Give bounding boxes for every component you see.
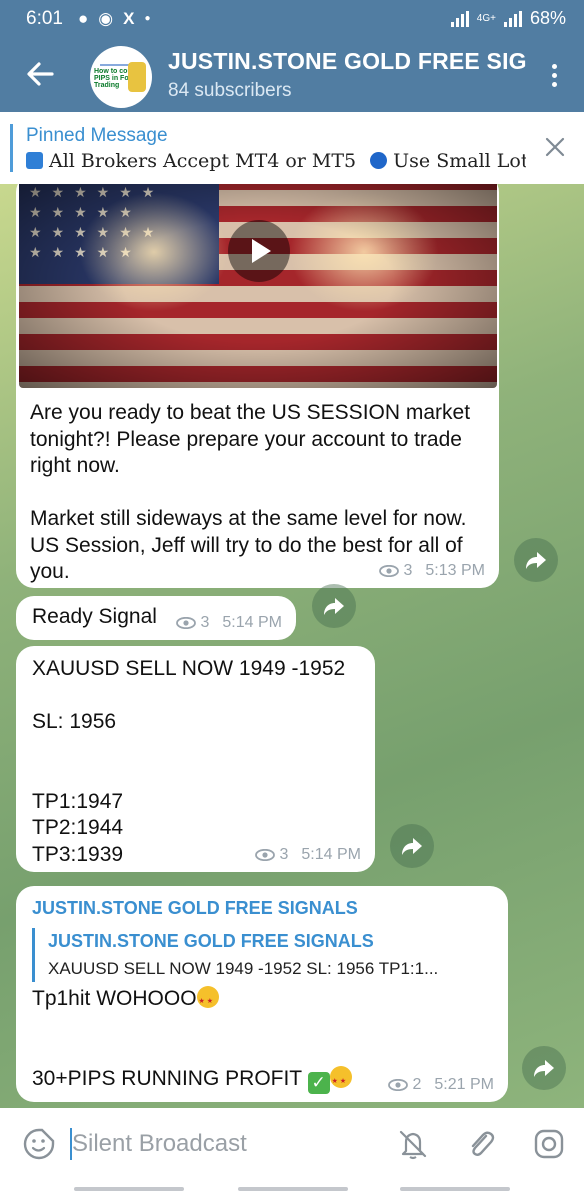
snapchat-icon: ● — [78, 9, 89, 28]
signal-icon — [450, 10, 469, 27]
share-arrow-icon — [534, 1060, 554, 1077]
blue-circle-emoji-icon — [370, 152, 388, 169]
chat-header: How to count PIPS in Forex Trading JUSTIN.… — [0, 38, 584, 112]
forward-button[interactable] — [514, 538, 558, 582]
chrome-icon: ◉ — [98, 9, 114, 28]
signal-icon-2 — [503, 10, 522, 27]
channel-avatar[interactable]: How to count PIPS in Forex Trading — [90, 46, 152, 108]
views-eye-icon — [175, 617, 196, 629]
share-arrow-icon — [402, 838, 422, 855]
status-time: 6:01 — [26, 8, 63, 29]
share-arrow-icon — [324, 598, 344, 615]
battery-level: 68% — [529, 8, 566, 28]
video-thumbnail[interactable]: ★★★★★★★★★★★★★★★★★★★★★★ — [19, 184, 497, 388]
back-arrow-icon — [27, 62, 54, 86]
view-count: 3 — [403, 562, 413, 579]
blue-square-emoji-icon — [26, 152, 43, 169]
star-struck-emoji-icon — [329, 1065, 352, 1095]
forward-button[interactable] — [522, 1046, 566, 1090]
message-input-bar: Silent Broadcast — [0, 1108, 584, 1182]
view-count: 3 — [200, 614, 210, 631]
attach-button[interactable] — [464, 1127, 498, 1161]
message-text: Tp1hit WOHOOO 30+PIPS RUNNING PROFIT ✓ — [32, 986, 352, 1095]
nav-hint-home[interactable] — [238, 1187, 348, 1191]
camera-icon — [534, 1129, 564, 1159]
more-options-button[interactable] — [552, 64, 558, 88]
bell-off-icon — [399, 1130, 427, 1160]
pinned-text: All Brokers Accept MT4 or MT5 Use Small L… — [26, 150, 526, 172]
star-struck-emoji-icon — [196, 986, 219, 1016]
message-bubble[interactable]: XAUUSD SELL NOW 1949 -1952 SL: 1956 TP1:… — [16, 646, 375, 872]
view-count: 3 — [279, 846, 289, 863]
thumbnail-vignette — [19, 184, 497, 388]
pinned-indicator — [10, 124, 13, 172]
subscriber-count: 84 subscribers — [168, 80, 292, 101]
pinned-text-part1: All Brokers Accept MT4 or MT5 — [49, 150, 357, 172]
message-meta: 2 5:21 PM — [387, 1076, 494, 1094]
message-meta: 3 5:14 PM — [254, 846, 361, 864]
silent-broadcast-toggle[interactable] — [396, 1127, 430, 1161]
sticker-smile-icon — [23, 1128, 55, 1160]
notification-icons: ● ◉ X ● — [78, 9, 151, 29]
reply-text: XAUUSD SELL NOW 1949 -1952 SL: 1956 TP1:… — [48, 959, 439, 978]
close-pinned-button[interactable] — [544, 136, 566, 158]
forward-button[interactable] — [312, 584, 356, 628]
channel-title[interactable]: JUSTIN.STONE GOLD FREE SIGNALS — [168, 48, 528, 75]
reply-quote[interactable]: JUSTIN.STONE GOLD FREE SIGNALS XAUUSD SE… — [32, 928, 502, 982]
system-nav-bar — [0, 1182, 584, 1200]
message-time: 5:21 PM — [434, 1076, 494, 1093]
nav-hint-right[interactable] — [400, 1187, 510, 1191]
message-bubble[interactable]: Ready Signal 3 5:14 PM — [16, 596, 296, 640]
message-time: 5:13 PM — [425, 562, 485, 579]
message-time: 5:14 PM — [222, 614, 282, 631]
views-eye-icon — [378, 565, 399, 577]
views-eye-icon — [387, 1079, 408, 1091]
message-text: Ready Signal — [32, 605, 157, 628]
close-icon — [545, 137, 565, 157]
check-mark-emoji-icon: ✓ — [307, 1071, 330, 1094]
message-meta: 3 5:14 PM — [175, 614, 282, 632]
avatar-figure-graphic — [128, 62, 146, 92]
reply-sender: JUSTIN.STONE GOLD FREE SIGNALS — [48, 931, 374, 951]
pinned-text-part2: Use Small Lots... — [393, 150, 526, 172]
share-arrow-icon — [526, 552, 546, 569]
dot-icon: ● — [144, 13, 151, 24]
paperclip-icon — [471, 1131, 495, 1156]
views-eye-icon — [254, 849, 275, 861]
message-text: Are you ready to beat the US SESSION mar… — [30, 401, 471, 583]
forward-button[interactable] — [390, 824, 434, 868]
message-line-1: Tp1hit WOHOOO — [32, 987, 197, 1010]
nav-hint-left[interactable] — [74, 1187, 184, 1191]
play-button[interactable] — [228, 220, 290, 282]
status-bar: 6:01 ● ◉ X ● 4G+ 68% — [0, 0, 584, 38]
camera-button[interactable] — [532, 1127, 566, 1161]
pinned-title: Pinned Message — [26, 125, 168, 146]
sender-name[interactable]: JUSTIN.STONE GOLD FREE SIGNALS — [32, 898, 358, 919]
play-icon — [252, 239, 271, 263]
message-bubble[interactable]: JUSTIN.STONE GOLD FREE SIGNALS JUSTIN.ST… — [16, 886, 508, 1102]
network-type: 4G+ — [476, 13, 496, 24]
view-count: 2 — [412, 1076, 422, 1093]
emoji-button[interactable] — [22, 1127, 56, 1161]
message-time: 5:14 PM — [301, 846, 361, 863]
message-bubble[interactable]: ★★★★★★★★★★★★★★★★★★★★★★ Are you ready to … — [16, 184, 499, 588]
pinned-message[interactable]: Pinned Message All Brokers Accept MT4 or… — [0, 112, 584, 184]
message-text: XAUUSD SELL NOW 1949 -1952 SL: 1956 TP1:… — [32, 657, 346, 866]
chat-area[interactable]: ★★★★★★★★★★★★★★★★★★★★★★ Are you ready to … — [0, 184, 584, 1108]
x-icon: X — [123, 9, 135, 28]
message-meta: 3 5:13 PM — [378, 562, 485, 580]
message-line-2: 30+PIPS RUNNING PROFIT — [32, 1066, 308, 1090]
message-input[interactable]: Silent Broadcast — [72, 1130, 247, 1158]
back-button[interactable] — [22, 56, 58, 92]
